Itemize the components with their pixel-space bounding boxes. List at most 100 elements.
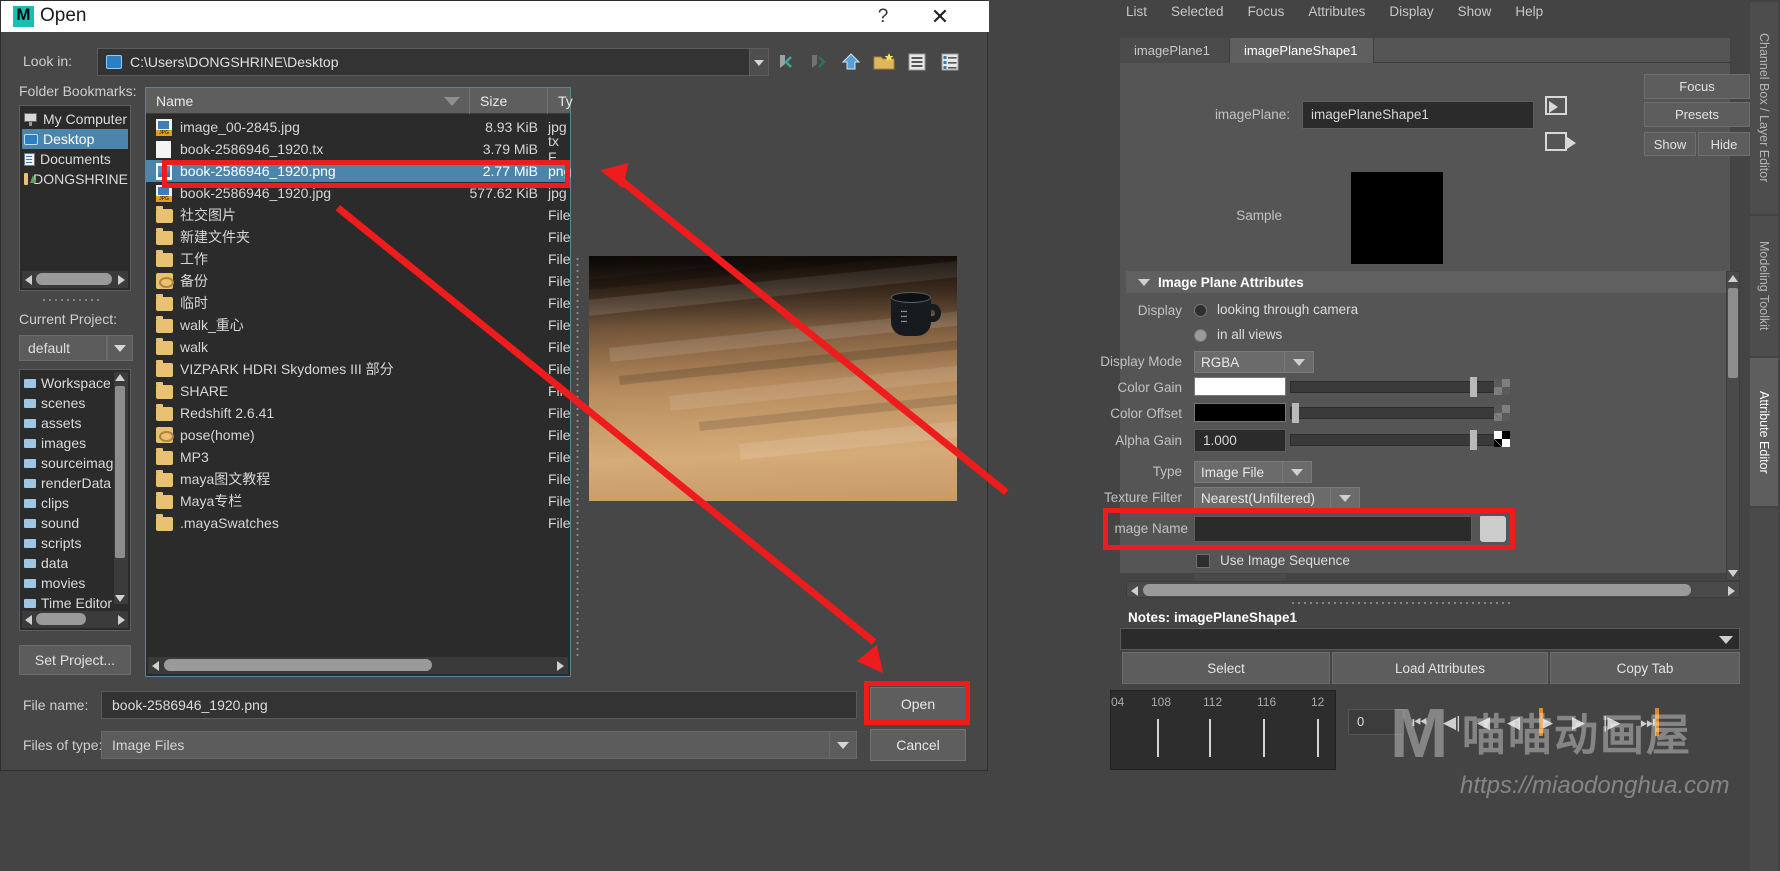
column-header-size[interactable]: Size [470,88,548,114]
notes-chevron-down-icon[interactable] [1719,636,1733,644]
attribute-editor-hscrollbar[interactable] [1126,581,1740,598]
timeline-strip[interactable]: 04 108 112 116 12 [1110,690,1336,770]
texture-filter-chevron-down-icon[interactable] [1330,487,1360,509]
preview-drag-grip[interactable] [575,256,581,656]
browse-folder-icon[interactable] [1480,516,1506,542]
current-frame-field[interactable]: 0 [1348,709,1404,735]
dialog-titlebar[interactable]: M Open ? ✕ [1,1,989,32]
alpha-gain-map-button[interactable] [1494,431,1510,447]
file-row[interactable]: 备份 File [146,270,571,292]
sample-swatch[interactable] [1351,172,1443,264]
file-row[interactable]: 工作 File [146,248,571,270]
color-gain-slider-handle[interactable] [1470,377,1477,397]
file-row[interactable]: walk_重心 File [146,314,571,336]
panel-drag-grip[interactable] [1290,600,1510,606]
color-gain-swatch[interactable] [1194,377,1286,396]
files-of-type-chevron-down-icon[interactable] [829,731,857,759]
file-row[interactable]: 临时 File [146,292,571,314]
workspace-item[interactable]: data [22,553,118,573]
current-project-combo[interactable]: default [19,335,107,361]
look-in-path-field[interactable]: C:\Users\DONGSHRINE\Desktop [97,48,753,76]
menu-attributes[interactable]: Attributes [1308,4,1365,19]
file-row[interactable]: 新建文件夹 File [146,226,571,248]
file-row[interactable]: book-2586946_1920.jpg 577.62 KiB jpg [146,182,570,204]
file-list-hscrollbar[interactable] [148,657,568,674]
alpha-gain-slider-handle[interactable] [1470,430,1477,450]
step-forward-icon[interactable]: |▶ [1603,713,1621,733]
tab-imageplaneshape1[interactable]: imagePlaneShape1 [1230,38,1374,63]
side-tab-channel-box[interactable]: Channel Box / Layer Editor [1750,2,1778,214]
forward-icon[interactable] [806,50,830,74]
look-in-chevron-down-icon[interactable] [749,48,769,76]
file-row[interactable]: .mayaSwatches File [146,512,571,534]
tab-imageplane1[interactable]: imagePlane1 [1120,38,1230,63]
column-header-type[interactable]: Ty [548,88,573,114]
menu-help[interactable]: Help [1515,4,1543,19]
color-offset-map-button[interactable] [1494,405,1510,421]
attribute-editor-vscrollbar[interactable] [1726,271,1740,581]
file-row[interactable]: book-2586946_1920.png 2.77 MiB png [146,160,571,182]
show-button[interactable]: Show [1644,132,1696,156]
radio-in-all-views[interactable] [1194,329,1207,342]
side-tab-modeling-toolkit[interactable]: Modeling Toolkit [1750,216,1778,356]
workspace-item[interactable]: assets [22,413,118,433]
select-button[interactable]: Select [1122,652,1330,684]
file-row[interactable]: VIZPARK HDRI Skydomes III 部分 File [146,358,571,380]
workspace-item[interactable]: sourceimage [22,453,118,473]
go-to-start-icon[interactable]: ⏮ [1412,713,1427,733]
image-plane-attributes-header[interactable]: Image Plane Attributes [1126,271,1739,293]
help-icon[interactable]: ? [867,4,899,30]
workspace-item[interactable]: Time Editor [22,593,118,613]
workspace-vscrollbar[interactable] [114,372,128,604]
go-to-end-icon[interactable]: ⏭ [1640,713,1655,733]
file-row[interactable]: Redshift 2.6.41 File [146,402,571,424]
alpha-gain-field[interactable]: 1.000 [1194,429,1286,452]
workspace-item[interactable]: renderData [22,473,118,493]
color-gain-map-button[interactable] [1494,379,1510,395]
notes-field[interactable] [1120,628,1740,650]
step-back-icon[interactable]: ◀| [1443,713,1461,733]
color-offset-swatch[interactable] [1194,403,1286,422]
hide-button[interactable]: Hide [1698,132,1750,156]
menu-show[interactable]: Show [1458,4,1492,19]
workspace-item[interactable]: scripts [22,533,118,553]
column-header-name[interactable]: Name [146,88,470,114]
bookmarks-drag-grip[interactable] [41,297,103,303]
file-row[interactable]: pose(home) File [146,424,571,446]
color-offset-slider[interactable] [1290,407,1502,419]
file-row[interactable]: maya图文教程 File [146,468,571,490]
workspace-item[interactable]: movies [22,573,118,593]
file-row[interactable]: SHARE Fil [146,380,570,402]
image-plane-field[interactable]: imagePlaneShape1 [1302,101,1534,129]
file-row[interactable]: book-2586946_1920.tx 3.79 MiB tx F [146,133,570,165]
play-backward-icon[interactable]: ◀ [1507,713,1520,733]
workspace-item[interactable]: images [22,433,118,453]
bookmark-documents[interactable]: Documents [22,149,128,169]
file-row[interactable]: 社交图片 File [146,204,571,226]
texture-filter-combo[interactable]: Nearest(Unfiltered) [1194,487,1334,509]
file-row[interactable]: Maya专栏 File [146,490,571,512]
workspace-item[interactable]: scenes [22,393,118,413]
menu-focus[interactable]: Focus [1248,4,1285,19]
side-tab-attribute-editor[interactable]: Attribute Editor [1750,358,1778,506]
presets-button[interactable]: Presets [1644,102,1750,127]
sort-descending-icon[interactable] [444,97,460,106]
workspace-item[interactable]: sound [22,513,118,533]
set-project-button[interactable]: Set Project... [19,645,131,675]
type-chevron-down-icon[interactable] [1282,461,1312,483]
detail-view-icon[interactable] [938,50,962,74]
parent-folder-icon[interactable] [839,50,863,74]
open-button[interactable]: Open [870,687,966,721]
menu-selected[interactable]: Selected [1171,4,1224,19]
workspace-item[interactable]: clips [22,493,118,513]
workspace-hscrollbar[interactable] [22,611,128,628]
copy-tab-button[interactable]: Copy Tab [1550,652,1740,684]
file-row[interactable]: walk File [146,336,571,358]
image-name-field[interactable] [1194,516,1472,542]
file-row[interactable]: MP3 File [146,446,571,468]
bookmark-dongshrine[interactable]: DONGSHRINE [22,169,128,189]
type-combo[interactable]: Image File [1194,461,1288,483]
color-offset-slider-handle[interactable] [1292,403,1299,423]
file-name-input[interactable]: book-2586946_1920.png [101,691,857,719]
display-mode-combo[interactable]: RGBA [1194,351,1294,373]
